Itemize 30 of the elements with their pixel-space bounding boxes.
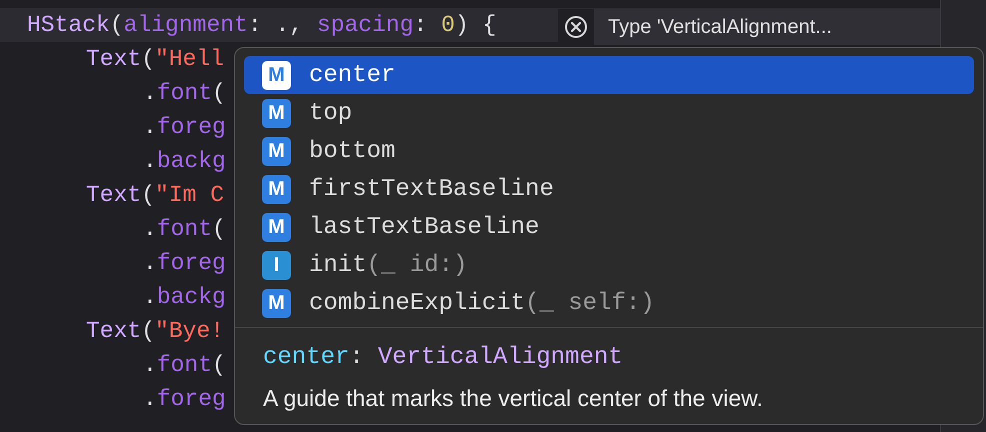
completion-item[interactable]: M bottom	[244, 132, 974, 170]
error-icon[interactable]	[558, 9, 594, 45]
symbol-badge: M	[262, 60, 291, 90]
completion-item[interactable]: M lastTextBaseline	[244, 208, 974, 246]
completion-item[interactable]: M top	[244, 94, 974, 132]
code-line: .foreg	[143, 385, 226, 414]
completion-item[interactable]: M firstTextBaseline	[244, 170, 974, 208]
code-line: .foreg	[143, 113, 226, 142]
code-line: Text("Hell	[86, 45, 224, 74]
symbol-badge: M	[262, 174, 291, 204]
code-line: .font(	[143, 351, 226, 380]
code-line: .backg	[143, 283, 226, 312]
symbol-badge: M	[262, 288, 291, 318]
symbol-signature: center: VerticalAlignment	[263, 344, 624, 371]
completion-item[interactable]: M combineExplicit(_ self:)	[244, 284, 974, 322]
code-line: HStack(alignment: ., spacing: 0) {	[27, 11, 496, 40]
code-line: .foreg	[143, 249, 226, 278]
symbol-badge: M	[262, 136, 291, 166]
error-message: Type 'VerticalAlignment...	[608, 16, 832, 38]
symbol-badge: I	[262, 250, 291, 280]
code-line: .font(	[143, 79, 226, 108]
symbol-description: A guide that marks the vertical center of the view.	[263, 385, 764, 412]
code-line: .font(	[143, 215, 226, 244]
symbol-badge: M	[262, 212, 291, 242]
code-line: Text("Bye!	[86, 317, 224, 346]
symbol-badge: M	[262, 98, 291, 128]
completion-item[interactable]: M center	[244, 56, 974, 94]
code-line: .backg	[143, 147, 226, 176]
completion-item[interactable]: I init(_ id:)	[244, 246, 974, 284]
code-line: Text("Im C	[86, 181, 224, 210]
